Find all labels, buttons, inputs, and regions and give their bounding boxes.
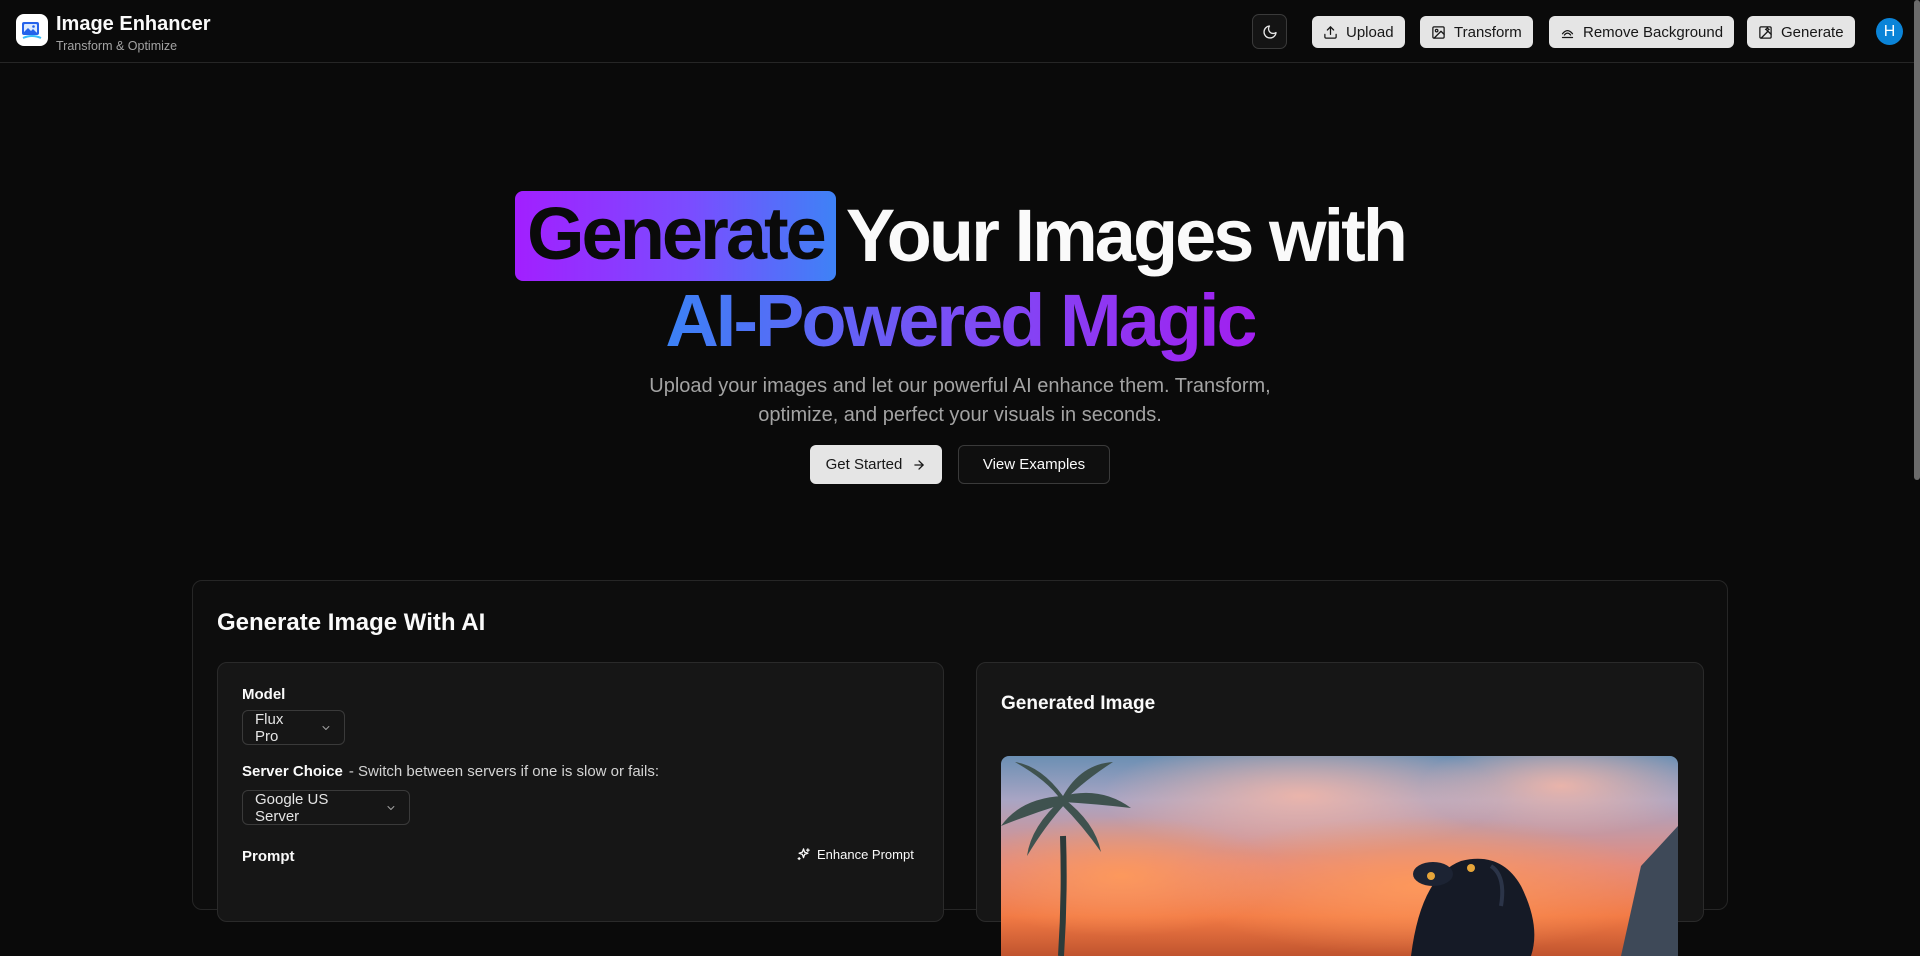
hero-highlight-word: Generate: [514, 191, 836, 281]
remove-background-icon: [1561, 29, 1574, 38]
generate-card-title: Generate Image With AI: [217, 609, 486, 636]
nav-remove-background-button[interactable]: Remove Background: [1549, 16, 1735, 48]
brand[interactable]: Image Enhancer Transform & Optimize: [16, 14, 211, 54]
generated-image-artwork: [1001, 756, 1678, 956]
server-choice-hint: - Switch between servers if one is slow …: [348, 763, 660, 780]
server-choice-label: Server Choice - Switch between servers if…: [242, 763, 659, 780]
nav-transform-label: Transform: [1454, 23, 1522, 41]
server-choice-title: Server Choice: [242, 763, 343, 780]
generated-image-panel: Generated Image: [976, 662, 1704, 956]
hero-heading-line1: Generate Your Images with: [0, 186, 1920, 286]
transform-icon: [1432, 25, 1445, 39]
enhance-prompt-label: Enhance Prompt: [817, 847, 914, 862]
nav-transform-button[interactable]: Transform: [1420, 16, 1533, 48]
enhance-prompt-button[interactable]: Enhance Prompt: [796, 847, 914, 862]
hero-description: Upload your images and let our powerful …: [649, 375, 1271, 426]
chevron-down-icon: [322, 725, 330, 730]
generate-card: Generate Image With AI Model Flux Pro Se…: [192, 580, 1728, 956]
nav-remove-background-label: Remove Background: [1583, 23, 1724, 41]
brand-subtitle: Transform & Optimize: [56, 39, 178, 53]
top-navbar: Image Enhancer Transform & Optimize Uplo…: [0, 0, 1920, 63]
hero-gradient-text: AI-Powered Magic: [665, 279, 1257, 362]
model-select-value: Flux Pro: [255, 710, 284, 745]
get-started-label: Get Started: [825, 456, 903, 473]
generated-image: [1001, 756, 1678, 956]
theme-toggle-button[interactable]: [1252, 14, 1287, 49]
model-label: Model: [242, 686, 286, 703]
page-scrollbar[interactable]: [1914, 0, 1920, 480]
nav-upload-button[interactable]: Upload: [1312, 16, 1405, 48]
generate-icon: [1759, 25, 1772, 39]
user-avatar[interactable]: H: [1876, 18, 1903, 45]
prompt-label: Prompt: [242, 848, 295, 865]
upload-icon: [1324, 25, 1337, 39]
nav-generate-button[interactable]: Generate: [1747, 16, 1855, 48]
generate-settings-panel: Model Flux Pro Server Choice - Switch bet…: [217, 662, 944, 922]
nav-upload-label: Upload: [1346, 23, 1394, 41]
view-examples-button[interactable]: View Examples: [958, 445, 1110, 484]
sparkles-icon: [797, 848, 810, 861]
view-examples-label: View Examples: [982, 456, 1086, 473]
model-select[interactable]: Flux Pro: [242, 710, 345, 745]
brand-title: Image Enhancer: [56, 13, 211, 35]
moon-icon: [1262, 24, 1277, 39]
get-started-button[interactable]: Get Started: [810, 445, 942, 484]
chevron-down-icon: [387, 805, 395, 810]
app-logo-icon: [16, 14, 48, 46]
generated-image-title: Generated Image: [1001, 693, 1156, 714]
hero-heading-rest: Your Images with: [845, 194, 1408, 277]
server-select[interactable]: Google US Server: [242, 790, 410, 825]
server-select-value: Google US Server: [255, 790, 329, 825]
hero-heading-line2: AI-Powered Magic: [0, 278, 1920, 364]
nav-generate-label: Generate: [1781, 23, 1844, 41]
arrow-right-icon: [914, 459, 925, 470]
